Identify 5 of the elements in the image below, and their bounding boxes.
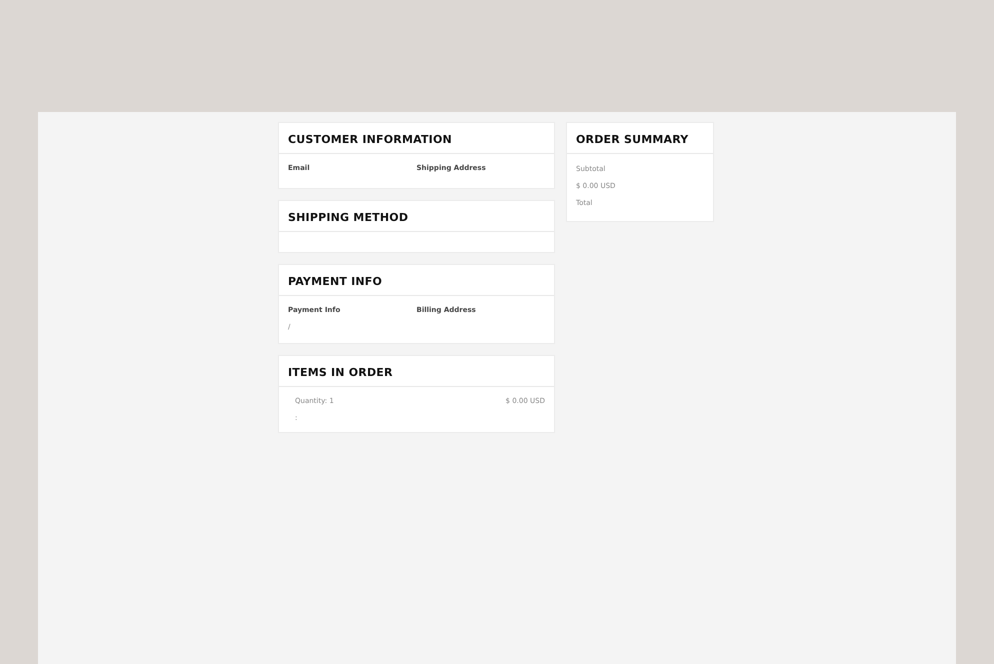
card-title: CUSTOMER INFORMATION [279,123,554,154]
card-title: ITEMS IN ORDER [279,356,554,387]
card-title: ORDER SUMMARY [567,123,713,154]
card-title: PAYMENT INFO [279,265,554,296]
card-title: SHIPPING METHOD [279,201,554,232]
